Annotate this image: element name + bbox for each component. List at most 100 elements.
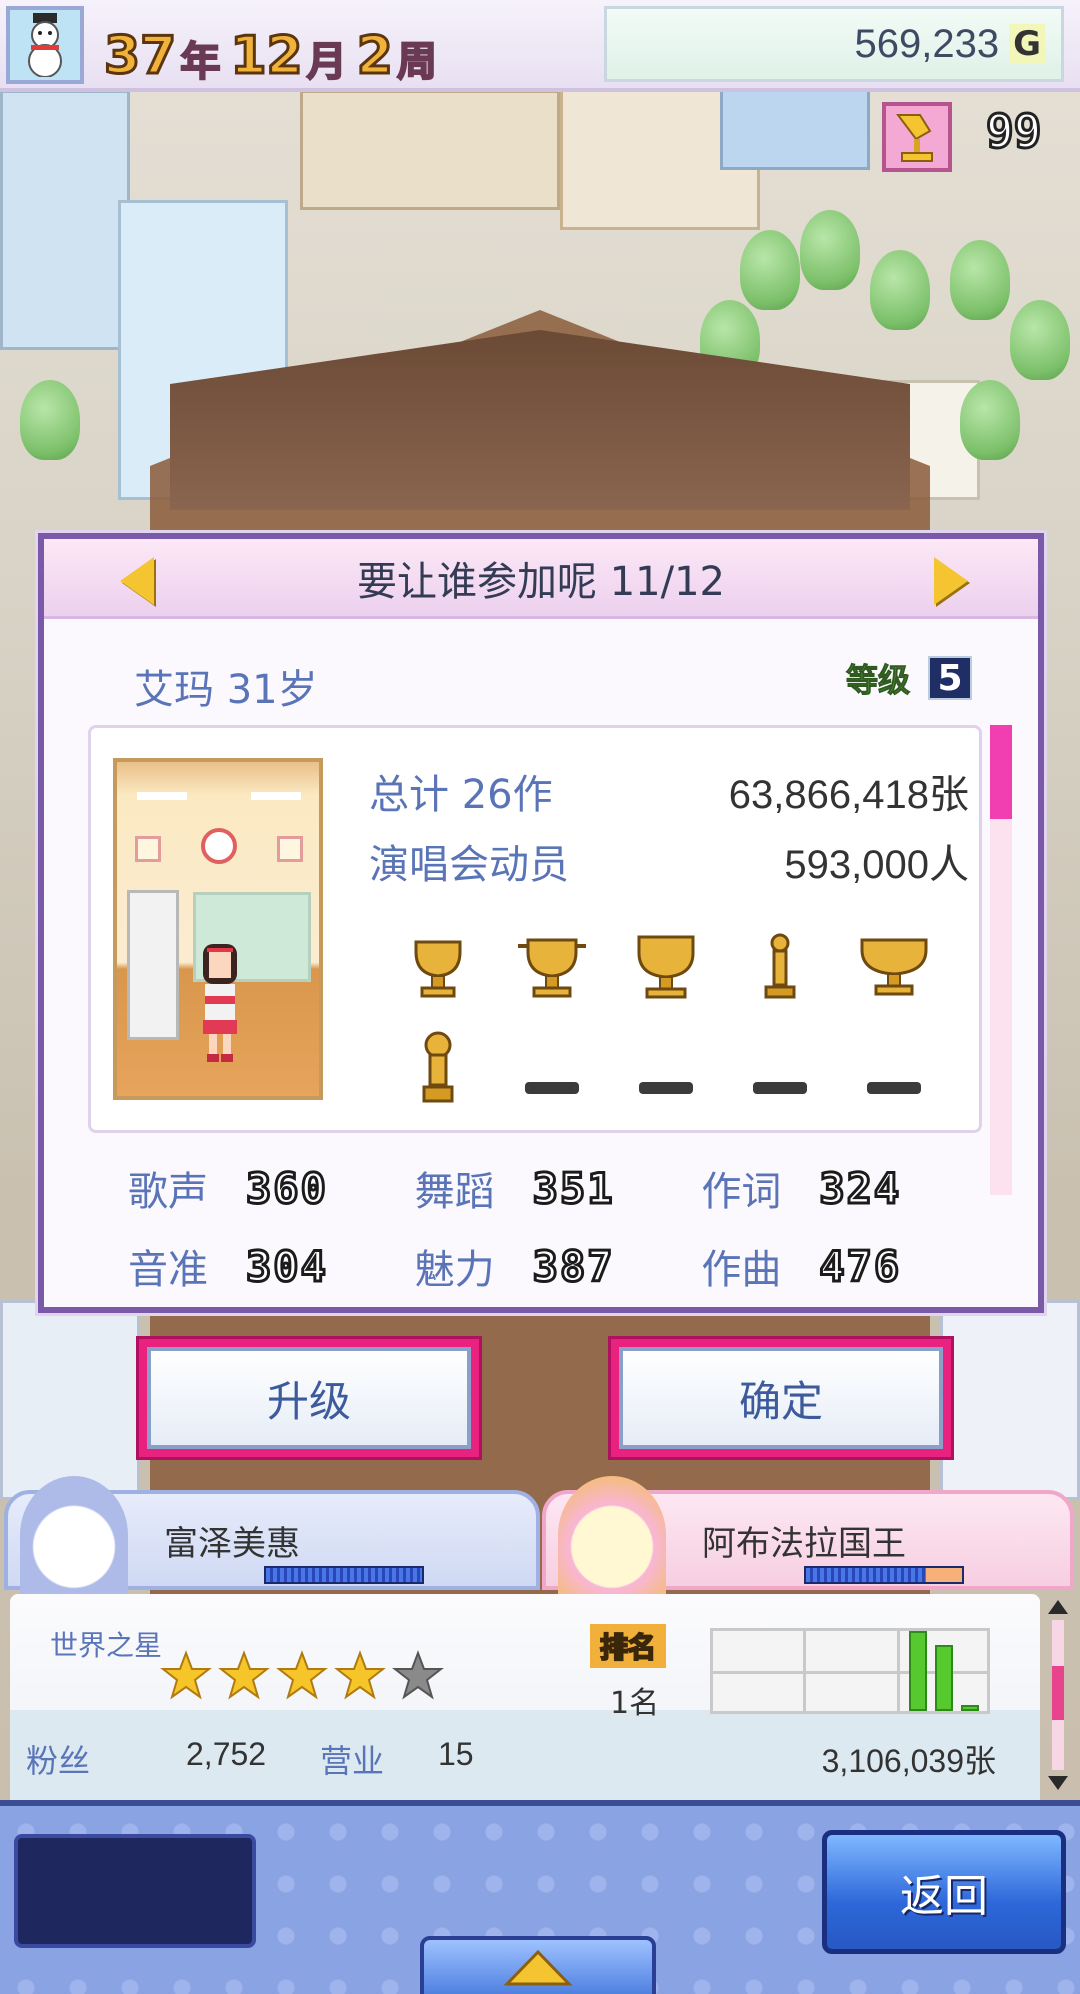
staff-avatar bbox=[558, 1476, 666, 1594]
chart-bar bbox=[935, 1645, 953, 1711]
participant-select-dialog: 要让谁参加呢 11/12 艾玛 31岁 等级 5 总计 26作 63,866,4… bbox=[38, 533, 1044, 1313]
star-filled-icon bbox=[160, 1650, 212, 1700]
scrollbar-thumb[interactable] bbox=[990, 725, 1012, 819]
trophy-slot bbox=[381, 928, 495, 1008]
attribute-label: 音准 bbox=[128, 1247, 208, 1293]
trophy-slot bbox=[837, 928, 951, 1008]
attribute-dance: 舞蹈 351 bbox=[415, 1159, 702, 1217]
attribute-label: 作词 bbox=[701, 1169, 782, 1215]
attribute-label: 魅力 bbox=[414, 1247, 495, 1293]
attribute-label: 作曲 bbox=[701, 1247, 782, 1293]
money-value: 569,233 bbox=[854, 21, 1000, 66]
attribute-value: 387 bbox=[531, 1240, 615, 1292]
concert-row: 演唱会动员 593,000人 bbox=[369, 832, 969, 890]
chart-bar bbox=[961, 1705, 979, 1711]
upgrade-button[interactable]: 升级 bbox=[136, 1336, 482, 1460]
gold-cup-icon bbox=[518, 938, 586, 998]
total-works-row: 总计 26作 63,866,418张 bbox=[369, 762, 969, 820]
info-scrollbar[interactable] bbox=[1048, 1600, 1068, 1790]
currency-symbol: G bbox=[1009, 24, 1045, 64]
trophy-slot bbox=[609, 928, 723, 1008]
confirm-button[interactable]: 确定 bbox=[608, 1336, 954, 1460]
card-scrollbar[interactable] bbox=[990, 725, 1012, 1195]
money-display: 569,233 G bbox=[604, 6, 1064, 82]
week-number: 2 bbox=[355, 26, 394, 86]
staff-panel-left[interactable]: 富泽美惠 bbox=[4, 1476, 540, 1594]
staff-gauge bbox=[804, 1566, 964, 1584]
attribute-lyrics: 作词 324 bbox=[701, 1159, 988, 1217]
concert-label: 演唱会动员 bbox=[369, 842, 569, 888]
snowman-avatar-button[interactable] bbox=[6, 6, 84, 84]
ranking-value: 1名 bbox=[610, 1686, 660, 1721]
attribute-charm: 魅力 387 bbox=[415, 1237, 702, 1295]
star-filled-icon bbox=[334, 1650, 386, 1700]
staff-name: 阿布法拉国王 bbox=[702, 1524, 906, 1564]
prev-arrow-button[interactable] bbox=[120, 557, 154, 605]
attribute-label: 歌声 bbox=[128, 1169, 208, 1215]
trophy-grid bbox=[381, 928, 951, 1108]
attribute-value: 476 bbox=[818, 1240, 902, 1292]
gramophone-trophy-icon bbox=[896, 114, 933, 162]
gold-cup-icon bbox=[414, 940, 462, 998]
total-works-value: 63,866,418张 bbox=[728, 773, 969, 817]
studio-info-panel: 世界之星 排名 1名 粉丝 2,752 营业 15 3,106,039张 bbox=[10, 1594, 1040, 1800]
star-filled-icon bbox=[218, 1650, 270, 1700]
idol-portrait bbox=[113, 758, 323, 1100]
idol-sprite bbox=[203, 944, 237, 1062]
month-number: 12 bbox=[229, 26, 304, 86]
year-number: 37 bbox=[102, 26, 177, 86]
trophy-button[interactable] bbox=[882, 102, 952, 172]
back-button[interactable]: 返回 bbox=[822, 1830, 1066, 1954]
month-unit: 月 bbox=[306, 39, 348, 85]
attribute-value: 360 bbox=[245, 1162, 328, 1214]
staff-avatar bbox=[20, 1476, 128, 1594]
empty-trophy-slot bbox=[723, 1028, 837, 1108]
scrollbar-thumb[interactable] bbox=[1052, 1666, 1064, 1720]
snowman-icon bbox=[28, 13, 62, 77]
empty-trophy-slot bbox=[609, 1028, 723, 1108]
business-value: 15 bbox=[438, 1736, 474, 1772]
sales-mini-chart bbox=[710, 1628, 990, 1714]
dialog-title: 要让谁参加呢 11/12 bbox=[357, 558, 725, 605]
gold-cup-icon bbox=[860, 938, 928, 996]
concert-value: 593,000人 bbox=[784, 843, 969, 887]
upgrade-button-label: 升级 bbox=[147, 1347, 471, 1449]
gold-cup-icon bbox=[637, 935, 695, 999]
dialog-header: 要让谁参加呢 11/12 bbox=[44, 539, 1038, 619]
next-arrow-button[interactable] bbox=[934, 557, 968, 605]
attribute-composition: 作曲 476 bbox=[701, 1237, 988, 1295]
fans-value: 2,752 bbox=[186, 1736, 267, 1772]
level-label: 等级 bbox=[845, 661, 910, 700]
arrow-up-icon bbox=[503, 1949, 573, 1986]
attribute-pitch: 音准 304 bbox=[128, 1237, 415, 1295]
scroll-down-icon[interactable] bbox=[1048, 1776, 1068, 1790]
attribute-label: 舞蹈 bbox=[414, 1169, 495, 1215]
business-label: 营业 bbox=[320, 1742, 385, 1780]
level-value: 5 bbox=[928, 656, 972, 700]
empty-menu-slot bbox=[14, 1834, 256, 1948]
confirm-button-label: 确定 bbox=[619, 1347, 943, 1449]
bottom-bar: 返回 bbox=[0, 1800, 1080, 1994]
total-works-label: 总计 26作 bbox=[369, 772, 553, 818]
clock-icon bbox=[201, 828, 237, 864]
star-rating bbox=[160, 1650, 444, 1702]
attribute-value: 304 bbox=[245, 1240, 328, 1292]
scroll-up-icon[interactable] bbox=[1048, 1600, 1068, 1614]
trophy-slot bbox=[723, 928, 837, 1008]
attribute-value: 351 bbox=[531, 1162, 615, 1214]
empty-trophy-slot bbox=[837, 1028, 951, 1108]
trophy-count: 99 bbox=[984, 103, 1042, 160]
attribute-grid: 歌声 360 舞蹈 351 作词 324 音准 304 魅力 387 作曲 47… bbox=[128, 1159, 988, 1295]
fans-label: 粉丝 bbox=[26, 1742, 91, 1780]
staff-panel-right[interactable]: 阿布法拉国王 bbox=[542, 1476, 1074, 1594]
gold-statue-icon bbox=[422, 1031, 454, 1103]
expand-menu-button[interactable] bbox=[420, 1936, 656, 1994]
staff-gauge bbox=[264, 1566, 424, 1584]
gold-statue-icon bbox=[764, 933, 796, 999]
total-sales-value: 3,106,039张 bbox=[821, 1743, 996, 1779]
week-unit: 周 bbox=[396, 39, 438, 85]
attribute-singing: 歌声 360 bbox=[128, 1159, 415, 1217]
chart-bar bbox=[909, 1631, 927, 1711]
empty-trophy-slot bbox=[495, 1028, 609, 1108]
trophy-slot bbox=[381, 1028, 495, 1108]
